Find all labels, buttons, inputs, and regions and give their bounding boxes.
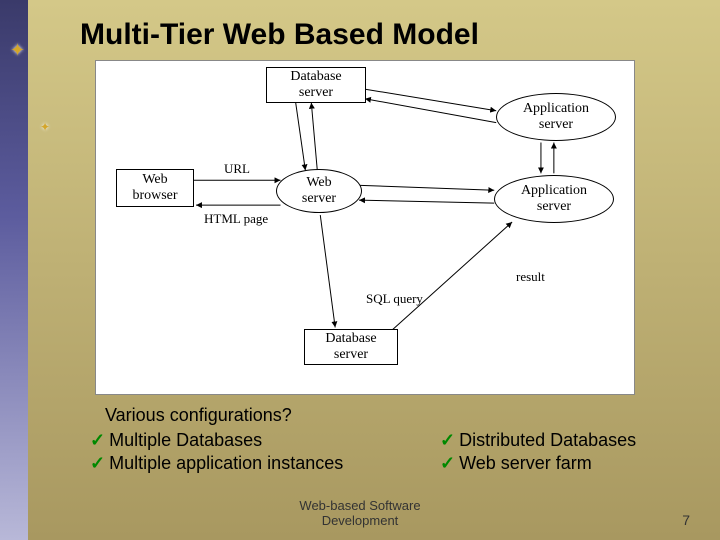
bullet-left-2: ✓Multiple application instances <box>90 453 343 474</box>
node-db-top: Database server <box>266 67 366 103</box>
label-result: result <box>516 269 545 285</box>
footer-text: Web-based Software Development <box>0 498 720 528</box>
node-web-server: Web server <box>276 169 362 213</box>
bullet-text: Multiple Databases <box>109 430 262 450</box>
bullet-left-1: ✓Multiple Databases <box>90 430 262 451</box>
check-icon: ✓ <box>90 430 105 450</box>
node-app-bottom: Application server <box>494 175 614 223</box>
bullet-right-2: ✓Web server farm <box>440 453 592 474</box>
bullet-right-1: ✓Distributed Databases <box>440 430 636 451</box>
node-app-top: Application server <box>496 93 616 141</box>
node-web-browser: Web browser <box>116 169 194 207</box>
accent-bar <box>0 0 28 540</box>
label-sql-query: SQL query <box>366 291 423 307</box>
bullet-text: Multiple application instances <box>109 453 343 473</box>
node-db-bottom: Database server <box>304 329 398 365</box>
page-number: 7 <box>682 512 690 528</box>
slide-title: Multi-Tier Web Based Model <box>80 18 479 52</box>
diagram: Database server Application server Web b… <box>95 60 635 395</box>
label-url: URL <box>224 161 250 177</box>
star-decor: ✦ <box>40 120 50 134</box>
bullet-text: Distributed Databases <box>459 430 636 450</box>
check-icon: ✓ <box>90 453 105 473</box>
bullet-text: Web server farm <box>459 453 592 473</box>
label-html-page: HTML page <box>204 211 268 227</box>
star-decor: ✦ <box>10 40 25 61</box>
question-text: Various configurations? <box>105 405 292 426</box>
check-icon: ✓ <box>440 453 455 473</box>
check-icon: ✓ <box>440 430 455 450</box>
